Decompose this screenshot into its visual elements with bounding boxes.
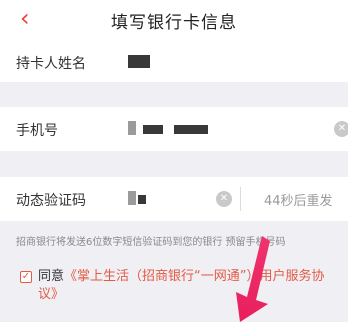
agreement-link[interactable]: 《掌上生活（招商银行“一网通”）用户服务协议》 xyxy=(38,269,325,302)
phone-value-part-2[interactable] xyxy=(143,125,163,134)
nav-bar: ‹ 填写银行卡信息 xyxy=(0,0,348,40)
agreement-prefix: 同意 xyxy=(38,269,65,284)
page-title: 填写银行卡信息 xyxy=(111,13,237,33)
verification-code-row: 动态验证码 ✕ 44秒后重发 xyxy=(0,177,348,221)
cardholder-name-value[interactable] xyxy=(128,55,150,68)
resend-code-button[interactable]: 44秒后重发 xyxy=(264,190,333,209)
verification-code-value[interactable] xyxy=(128,191,136,205)
verification-code-clear-icon[interactable]: ✕ xyxy=(216,191,232,207)
phone-label: 手机号 xyxy=(16,123,58,139)
agreement-text: 同意《掌上生活（招商银行“一网通”）用户服务协议》 xyxy=(38,268,338,304)
phone-value-part-1[interactable] xyxy=(128,121,136,135)
cardholder-name-row: 持卡人姓名 xyxy=(0,40,348,82)
cardholder-name-label: 持卡人姓名 xyxy=(16,56,86,72)
sms-hint-text: 招商银行将发送6位数字短信验证码到您的银行 预留手机号码 xyxy=(16,237,286,248)
phone-value-part-3[interactable] xyxy=(174,125,208,134)
agree-checkbox[interactable]: ✓ xyxy=(20,271,32,283)
verification-code-label: 动态验证码 xyxy=(16,193,86,209)
resend-divider xyxy=(240,187,241,211)
phone-clear-icon[interactable]: ✕ xyxy=(334,121,348,137)
verification-code-value-digits[interactable] xyxy=(138,195,146,204)
phone-row: 手机号 ✕ xyxy=(0,107,348,151)
